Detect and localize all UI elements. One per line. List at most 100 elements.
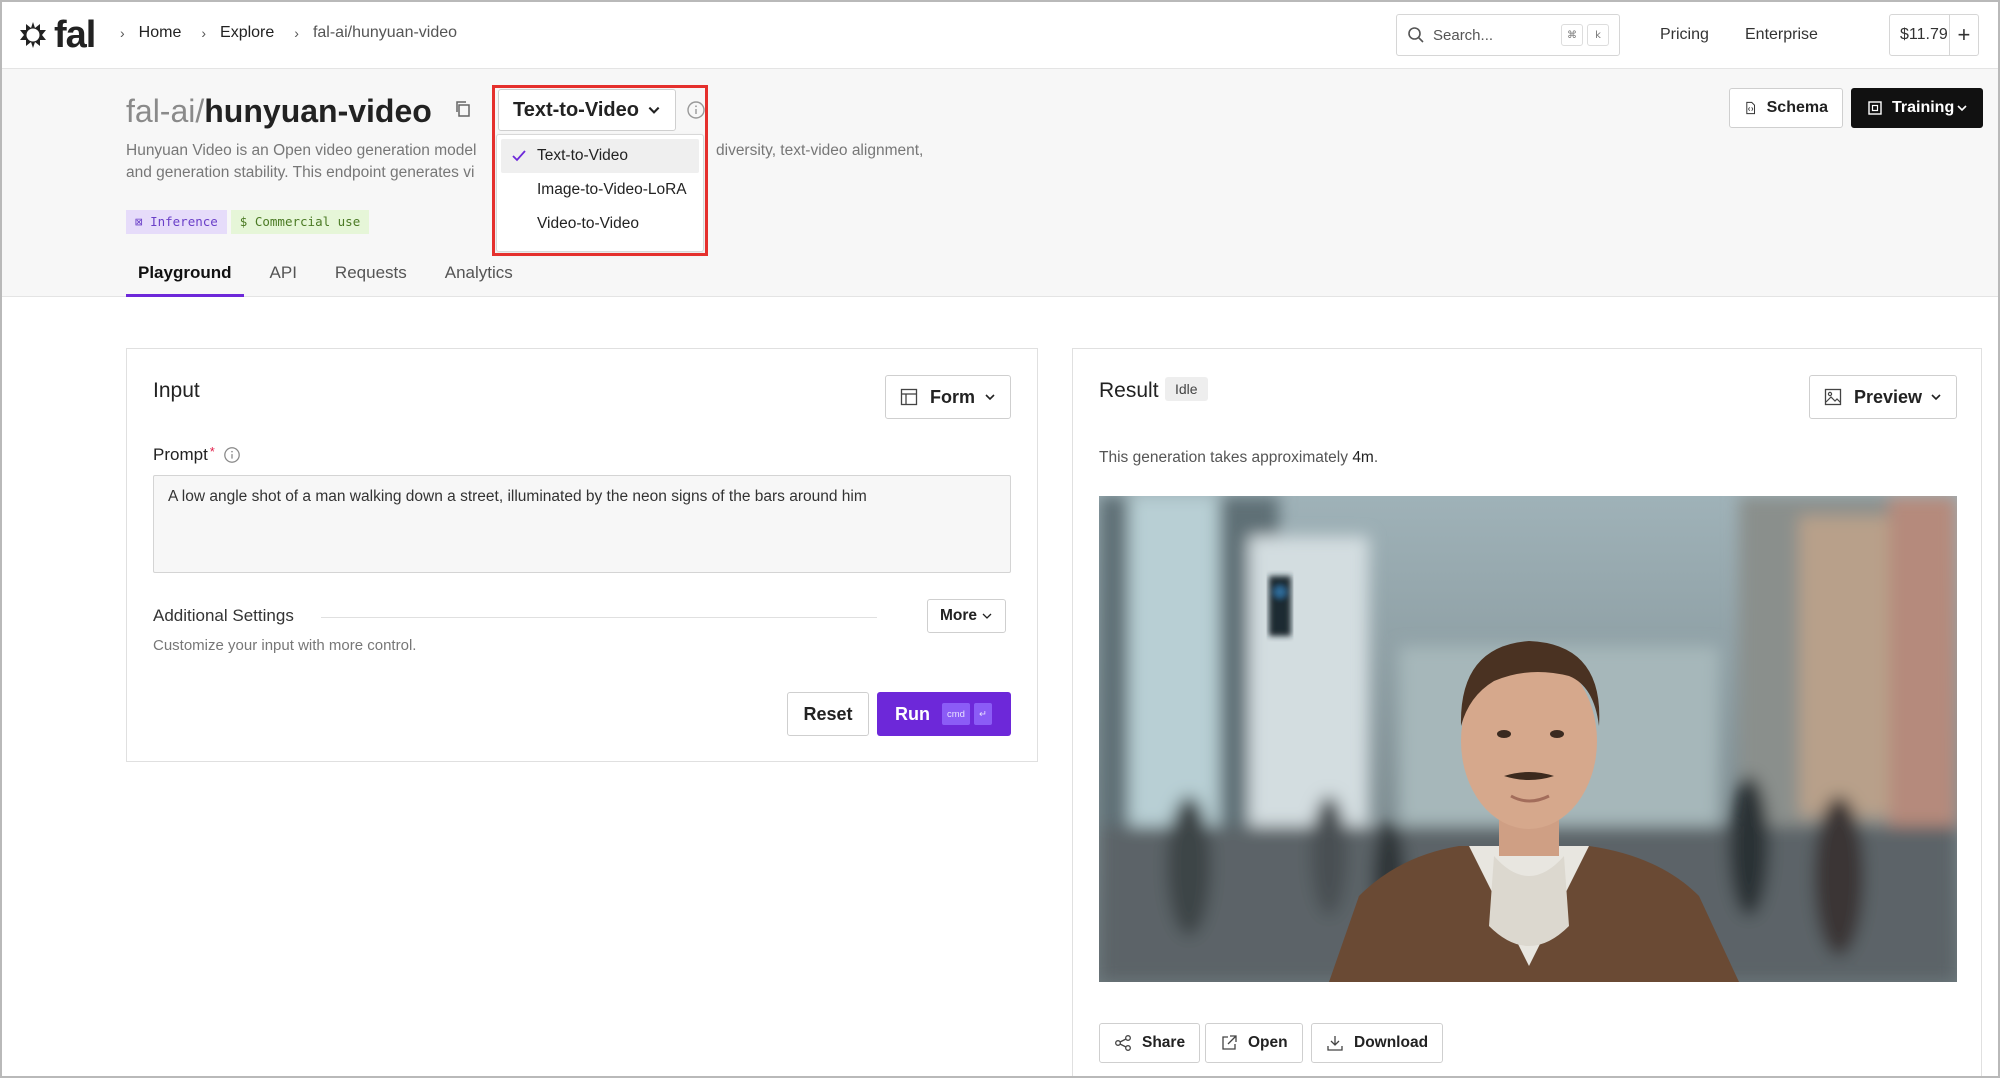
preview-mode-select[interactable]: Preview	[1809, 375, 1957, 419]
credits-widget[interactable]: $11.79 +	[1889, 14, 1979, 56]
result-title: Result	[1099, 379, 1159, 402]
prompt-label-text: Prompt	[153, 445, 208, 464]
approx-suffix: .	[1373, 449, 1379, 466]
dollar-icon: $	[239, 214, 255, 229]
check-icon	[512, 150, 526, 162]
preview-mode-label: Preview	[1854, 386, 1923, 407]
schema-icon	[1746, 101, 1756, 115]
info-icon[interactable]	[686, 100, 706, 120]
video-frame-image	[1099, 496, 1957, 982]
share-icon	[1115, 1035, 1131, 1051]
inference-badge: ⊠ Inference	[126, 210, 227, 234]
kbd-k: k	[1587, 24, 1609, 46]
endpoint-option-label: Text-to-Video	[537, 147, 629, 164]
kbd-cmd: ⌘	[1561, 24, 1583, 46]
app-window: fal › Home › Explore › fal-ai/hunyuan-vi…	[0, 0, 2000, 1078]
schema-button[interactable]: Schema	[1729, 88, 1843, 128]
model-name: hunyuan-video	[204, 93, 432, 129]
form-icon	[900, 388, 918, 406]
endpoint-option-image-to-video-lora[interactable]: Image-to-Video-LoRA	[501, 173, 699, 207]
inference-badge-label: Inference	[150, 214, 218, 229]
commercial-badge-label: Commercial use	[254, 214, 361, 229]
input-title: Input	[153, 379, 200, 402]
copy-icon[interactable]	[454, 100, 472, 118]
endpoint-selected-label: Text-to-Video	[513, 98, 639, 121]
logo-text: fal	[54, 14, 96, 56]
model-header: fal-ai/hunyuan-video Hunyuan Video is an…	[2, 69, 1998, 297]
status-badge: Idle	[1165, 377, 1208, 401]
download-label: Download	[1354, 1034, 1429, 1051]
tab-analytics[interactable]: Analytics	[433, 259, 525, 297]
result-panel: Result Idle Preview This generation take…	[1072, 348, 1982, 1076]
description-line1-right: diversity, text-video alignment,	[716, 142, 924, 159]
required-marker: *	[209, 443, 215, 459]
open-label: Open	[1248, 1034, 1288, 1051]
breadcrumb-home[interactable]: Home	[139, 24, 182, 42]
commercial-badge: $ Commercial use	[230, 210, 370, 234]
approx-prefix: This generation takes approximately	[1099, 449, 1348, 466]
run-label: Run	[895, 703, 930, 724]
add-credits-button[interactable]: +	[1948, 15, 1978, 55]
external-link-icon	[1222, 1035, 1237, 1050]
model-owner: fal-ai/	[126, 93, 205, 129]
download-icon	[1327, 1036, 1343, 1051]
run-button[interactable]: Run cmd ↵	[877, 692, 1011, 736]
fal-logo-icon	[20, 22, 46, 48]
nav-link-pricing[interactable]: Pricing	[1660, 26, 1709, 44]
tab-playground[interactable]: Playground	[126, 259, 244, 297]
open-button[interactable]: Open	[1205, 1023, 1303, 1063]
search-icon	[1408, 27, 1424, 43]
image-icon	[1824, 388, 1842, 406]
form-mode-label: Form	[930, 386, 975, 407]
endpoint-option-text-to-video[interactable]: Text-to-Video	[501, 139, 699, 173]
breadcrumb: › Home › Explore › fal-ai/hunyuan-video	[120, 24, 477, 42]
search-input[interactable]: Search... ⌘ k	[1396, 14, 1620, 56]
approx-value: 4m	[1352, 449, 1374, 466]
schema-label: Schema	[1766, 99, 1828, 116]
kbd-cmd: cmd	[942, 703, 970, 725]
breadcrumb-explore[interactable]: Explore	[220, 24, 274, 42]
endpoint-option-video-to-video[interactable]: Video-to-Video	[501, 207, 699, 241]
more-settings-button[interactable]: More	[927, 599, 1007, 633]
result-video[interactable]	[1099, 496, 1957, 982]
nav-link-enterprise[interactable]: Enterprise	[1745, 26, 1818, 44]
additional-settings-title: Additional Settings	[153, 606, 294, 625]
chevron-down-icon	[1931, 394, 1941, 401]
search-placeholder: Search...	[1433, 26, 1494, 44]
inference-icon: ⊠	[135, 214, 151, 229]
kbd-enter: ↵	[973, 703, 992, 725]
chevron-right-icon: ›	[201, 25, 207, 41]
prompt-input[interactable]: A low angle shot of a man walking down a…	[153, 475, 1011, 573]
info-icon[interactable]	[223, 446, 241, 464]
badges: ⊠ Inference $ Commercial use	[126, 210, 373, 234]
input-panel: Input Form Prompt * A low angle shot of a…	[126, 348, 1038, 762]
credits-amount: $11.79	[1900, 26, 1948, 43]
form-mode-select[interactable]: Form	[885, 375, 1011, 419]
tab-api[interactable]: API	[258, 259, 309, 297]
page-title: fal-ai/hunyuan-video	[126, 91, 432, 131]
reset-button[interactable]: Reset	[787, 692, 869, 736]
share-label: Share	[1142, 1034, 1186, 1051]
top-nav: fal › Home › Explore › fal-ai/hunyuan-vi…	[2, 2, 1998, 69]
endpoint-dropdown-menu: Text-to-Video Image-to-Video-LoRA Video-…	[496, 134, 704, 252]
chevron-down-icon	[648, 106, 660, 114]
download-button[interactable]: Download	[1311, 1023, 1444, 1063]
tab-requests[interactable]: Requests	[323, 259, 419, 297]
chevron-down-icon	[1957, 105, 1967, 112]
prompt-label: Prompt *	[153, 443, 241, 465]
additional-settings-subtitle: Customize your input with more control.	[153, 637, 417, 654]
more-label: More	[940, 607, 978, 624]
endpoint-select[interactable]: Text-to-Video	[498, 89, 676, 131]
divider	[321, 617, 877, 618]
generation-time-note: This generation takes approximately 4m.	[1099, 449, 1378, 467]
tab-bar: Playground API Requests Analytics	[126, 259, 539, 297]
training-label: Training	[1892, 99, 1955, 116]
chevron-down-icon	[985, 394, 995, 401]
endpoint-option-label: Image-to-Video-LoRA	[537, 181, 687, 198]
share-button[interactable]: Share	[1099, 1023, 1201, 1063]
training-button[interactable]: Training	[1851, 88, 1983, 128]
breadcrumb-model[interactable]: fal-ai/hunyuan-video	[313, 24, 457, 42]
fal-logo[interactable]: fal	[18, 14, 96, 56]
chevron-right-icon: ›	[120, 25, 125, 41]
chevron-down-icon	[982, 613, 992, 619]
